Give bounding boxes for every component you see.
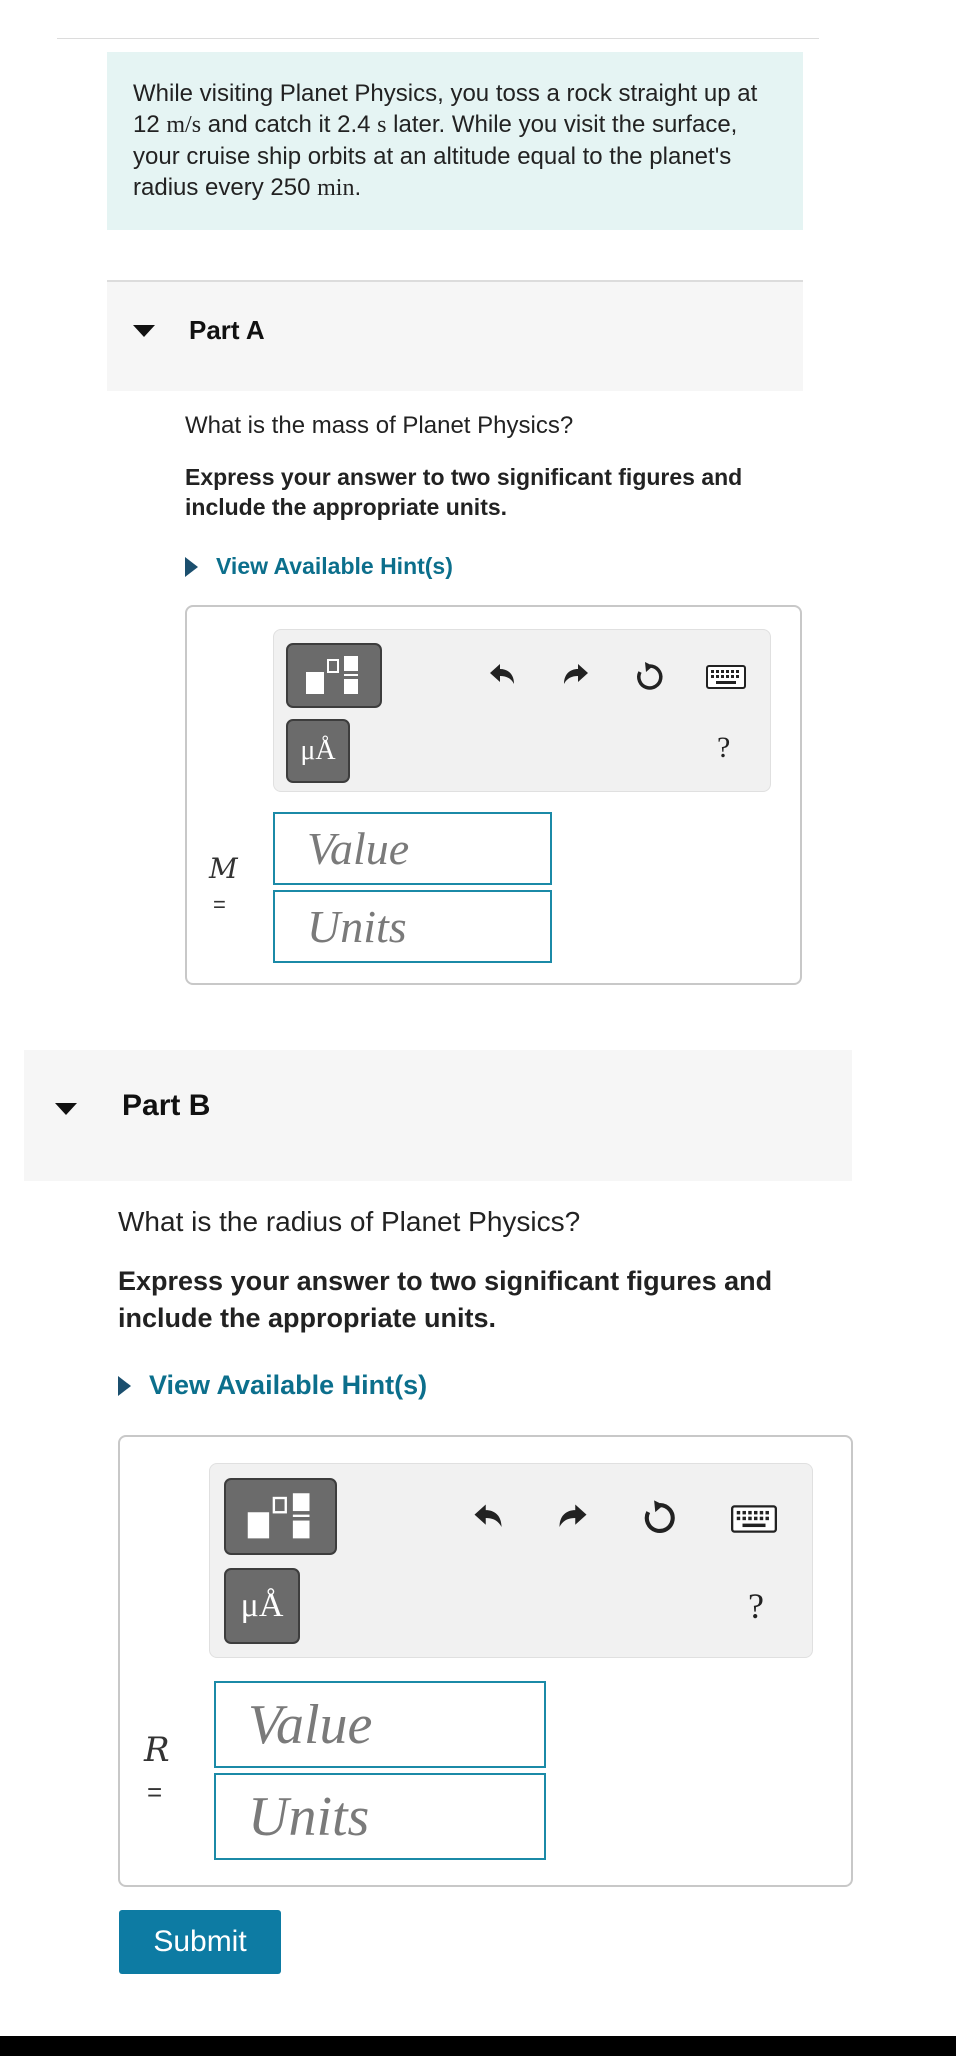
part-b-question: What is the radius of Planet Physics? bbox=[118, 1206, 581, 1237]
part-b-hint-label: View Available Hint(s) bbox=[149, 1370, 428, 1400]
part-a-toolbar: μÅ ? bbox=[273, 629, 771, 792]
unit-speed: m/s bbox=[166, 112, 202, 138]
part-b-value-field[interactable] bbox=[214, 1681, 546, 1768]
undo-icon[interactable] bbox=[484, 658, 520, 694]
part-a-units-field[interactable] bbox=[273, 890, 552, 963]
template-button[interactable] bbox=[286, 643, 382, 708]
part-a-question: What is the mass of Planet Physics? bbox=[185, 412, 574, 439]
part-a-hint-label: View Available Hint(s) bbox=[216, 553, 453, 579]
help-icon[interactable]: ? bbox=[717, 731, 730, 765]
units-button[interactable]: μÅ bbox=[286, 719, 350, 783]
reset-icon[interactable] bbox=[631, 658, 669, 696]
problem-text-2: and catch it 2.4 bbox=[201, 111, 378, 138]
equals-sign: = bbox=[213, 892, 226, 917]
top-divider bbox=[57, 38, 819, 39]
problem-text-4: . bbox=[354, 174, 362, 201]
keyboard-icon[interactable] bbox=[730, 1504, 778, 1534]
reset-icon[interactable] bbox=[638, 1496, 682, 1540]
bottom-bar bbox=[0, 2036, 956, 2056]
template-icon bbox=[247, 1492, 309, 1538]
problem-text: While visiting Planet Physics, you toss … bbox=[133, 78, 777, 204]
part-a-value-field[interactable] bbox=[273, 812, 552, 885]
part-b-value-input[interactable] bbox=[248, 1692, 544, 1757]
part-a-value-input[interactable] bbox=[307, 822, 550, 875]
expand-triangle-icon bbox=[185, 556, 198, 577]
units-button[interactable]: μÅ bbox=[224, 1568, 300, 1644]
part-b-units-field[interactable] bbox=[214, 1773, 546, 1860]
redo-icon[interactable] bbox=[553, 1498, 593, 1538]
collapse-caret-icon[interactable] bbox=[55, 1103, 77, 1115]
expand-triangle-icon bbox=[118, 1375, 131, 1396]
part-b-title: Part B bbox=[122, 1089, 211, 1122]
unit-period: min bbox=[317, 175, 355, 201]
part-b-instructions: Express your answer to two significant f… bbox=[118, 1266, 773, 1333]
undo-icon[interactable] bbox=[468, 1498, 508, 1538]
part-a-title: Part A bbox=[189, 315, 265, 345]
part-b-header[interactable]: Part B bbox=[24, 1050, 852, 1181]
part-a-header[interactable]: Part A bbox=[107, 280, 803, 391]
part-b-units-input[interactable] bbox=[248, 1784, 544, 1849]
template-button[interactable] bbox=[224, 1478, 337, 1555]
keyboard-icon[interactable] bbox=[706, 664, 746, 690]
part-b-toolbar: μÅ ? bbox=[209, 1463, 813, 1658]
variable-m-label: M bbox=[209, 852, 238, 885]
template-icon bbox=[306, 655, 358, 694]
problem-statement: While visiting Planet Physics, you toss … bbox=[107, 52, 803, 230]
collapse-caret-icon[interactable] bbox=[133, 325, 155, 337]
unit-time: s bbox=[377, 112, 387, 138]
redo-icon[interactable] bbox=[558, 658, 594, 694]
part-a-instructions: Express your answer to two significant f… bbox=[185, 464, 743, 520]
part-b-hint-link[interactable]: View Available Hint(s) bbox=[118, 1370, 427, 1401]
equals-sign: = bbox=[147, 1777, 163, 1807]
part-a-answer-box: μÅ ? M = bbox=[185, 605, 802, 985]
help-icon[interactable]: ? bbox=[748, 1585, 764, 1627]
submit-button[interactable]: Submit bbox=[119, 1910, 281, 1974]
part-a-hint-link[interactable]: View Available Hint(s) bbox=[185, 553, 453, 580]
part-a-units-input[interactable] bbox=[307, 900, 550, 953]
variable-r-label: R bbox=[144, 1730, 170, 1770]
part-b-answer-box: μÅ ? R = bbox=[118, 1435, 853, 1887]
